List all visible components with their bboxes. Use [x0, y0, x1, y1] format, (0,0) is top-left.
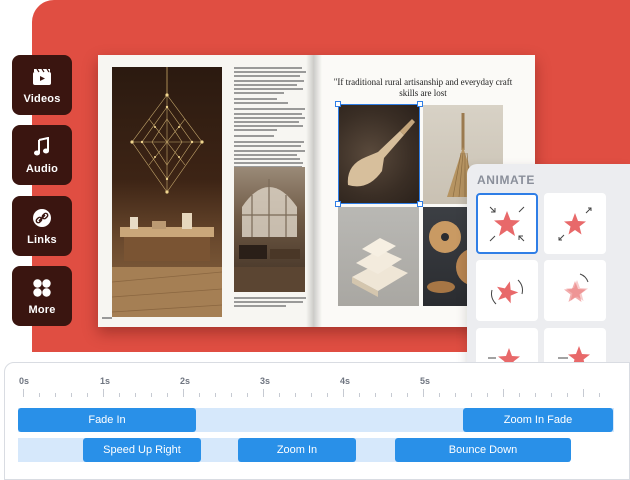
ruler-tick — [455, 393, 456, 397]
tick-label-2s: 2s — [180, 376, 191, 386]
sidebar-item-videos[interactable]: Videos — [12, 55, 72, 115]
animation-timeline[interactable]: 0s 1s 2s 3s 4s 5s Fade In Zoom In Fade S… — [4, 362, 630, 480]
star-blur-icon — [564, 273, 589, 302]
ruler-tick — [519, 393, 520, 397]
book-spine — [306, 55, 322, 327]
resize-handle[interactable] — [335, 201, 341, 207]
stacked-objects-photo[interactable] — [338, 207, 419, 306]
chandelier-photo[interactable] — [112, 67, 222, 317]
ruler-tick — [199, 393, 200, 397]
ruler-tick — [551, 393, 552, 397]
star-zoom-out-icon — [558, 207, 592, 240]
ruler-tick — [167, 393, 168, 397]
tick-label-0s: 0s — [19, 376, 30, 386]
sidebar-item-label: Audio — [25, 162, 59, 175]
interior-photo[interactable] — [234, 167, 305, 292]
sidebar-item-more[interactable]: More — [12, 266, 72, 326]
ruler-tick — [391, 393, 392, 397]
clip-speed-up-right[interactable]: Speed Up Right — [83, 438, 201, 462]
ruler-tick — [119, 393, 120, 397]
photo-caption — [234, 297, 306, 310]
tick-label-4s: 4s — [340, 376, 351, 386]
animate-panel-title: ANIMATE — [477, 173, 535, 187]
clip-zoom-in-fade[interactable]: Zoom In Fade — [463, 408, 613, 432]
ruler-tick — [295, 393, 296, 397]
ruler-tick — [39, 393, 40, 397]
clip-bounce-down[interactable]: Bounce Down — [395, 438, 571, 462]
ruler-tick — [407, 393, 408, 397]
selection-frame[interactable] — [338, 104, 420, 204]
ruler-tick — [23, 389, 24, 397]
ruler-tick — [327, 393, 328, 397]
ruler-tick — [583, 389, 584, 397]
ruler-tick — [135, 393, 136, 397]
page-number — [102, 317, 112, 319]
star-zoom-in-icon — [489, 206, 525, 241]
sidebar-item-links[interactable]: Links — [12, 196, 72, 256]
left-page — [98, 55, 314, 327]
ruler-tick — [231, 393, 232, 397]
ruler-tick — [71, 393, 72, 397]
ruler-tick — [55, 393, 56, 397]
resize-handle[interactable] — [417, 101, 423, 107]
ruler-tick — [567, 393, 568, 397]
ruler-tick — [343, 389, 344, 397]
animation-zoom-out-tile[interactable] — [544, 193, 606, 254]
tick-label-3s: 3s — [260, 376, 271, 386]
animation-zoom-in-tile[interactable] — [476, 193, 538, 254]
article-text-column — [234, 67, 306, 175]
tick-label-5s: 5s — [420, 376, 431, 386]
clip-zoom-in[interactable]: Zoom In — [238, 438, 356, 462]
animation-rotate-tile[interactable] — [476, 260, 538, 321]
sidebar-item-label: More — [28, 303, 56, 316]
ruler-tick — [279, 393, 280, 397]
star-rotate-icon — [491, 279, 523, 304]
ruler-tick — [151, 393, 152, 397]
sidebar-item-audio[interactable]: Audio — [12, 125, 72, 185]
sidebar-item-label: Links — [27, 233, 57, 246]
ruler-tick — [263, 389, 264, 397]
ruler-tick — [599, 393, 600, 397]
resize-handle[interactable] — [417, 201, 423, 207]
ruler-tick — [183, 389, 184, 397]
link-icon — [31, 207, 53, 229]
music-note-icon — [31, 136, 53, 158]
ruler-tick — [503, 389, 504, 397]
resize-handle[interactable] — [335, 101, 341, 107]
ruler-tick — [471, 393, 472, 397]
ruler-tick — [215, 393, 216, 397]
film-icon — [31, 66, 53, 88]
ruler-tick — [375, 393, 376, 397]
ruler-tick — [103, 389, 104, 397]
animation-blur-tile[interactable] — [544, 260, 606, 321]
clip-fade-in[interactable]: Fade In — [18, 408, 196, 432]
ruler-tick — [311, 393, 312, 397]
ruler-tick — [487, 393, 488, 397]
ruler-tick — [87, 393, 88, 397]
sidebar-item-label: Videos — [23, 92, 61, 105]
ruler-tick — [423, 389, 424, 397]
ruler-tick — [439, 393, 440, 397]
tick-label-1s: 1s — [100, 376, 111, 386]
pull-quote: "If traditional rural artisanship and ev… — [333, 77, 513, 98]
ruler-tick — [535, 393, 536, 397]
grid-icon — [31, 277, 53, 299]
ruler-tick — [247, 393, 248, 397]
ruler-tick — [359, 393, 360, 397]
